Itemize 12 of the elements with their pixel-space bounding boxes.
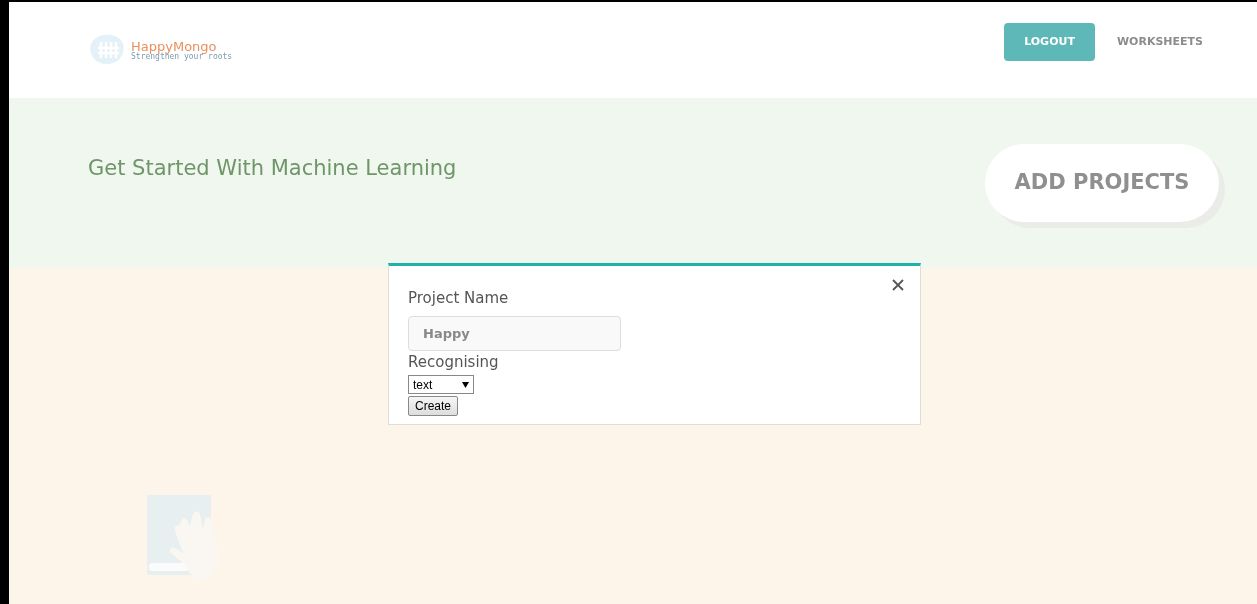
project-name-field[interactable]: Happy <box>408 316 621 351</box>
logo-icon <box>87 33 127 67</box>
banner-title: Get Started With Machine Learning <box>88 155 457 182</box>
nav-link[interactable]: WORKSHEETS <box>1116 33 1203 51</box>
recognising-select[interactable]: text <box>408 375 474 394</box>
logout-button[interactable]: LOGOUT <box>1004 23 1095 61</box>
create-button[interactable]: Create <box>408 396 459 416</box>
close-icon[interactable] <box>892 279 904 291</box>
logo-name: HappyMongo <box>131 39 217 53</box>
field-label: Recognising <box>408 352 499 372</box>
field-label: Project Name <box>408 288 509 308</box>
dropdown-caret-icon <box>462 381 469 388</box>
